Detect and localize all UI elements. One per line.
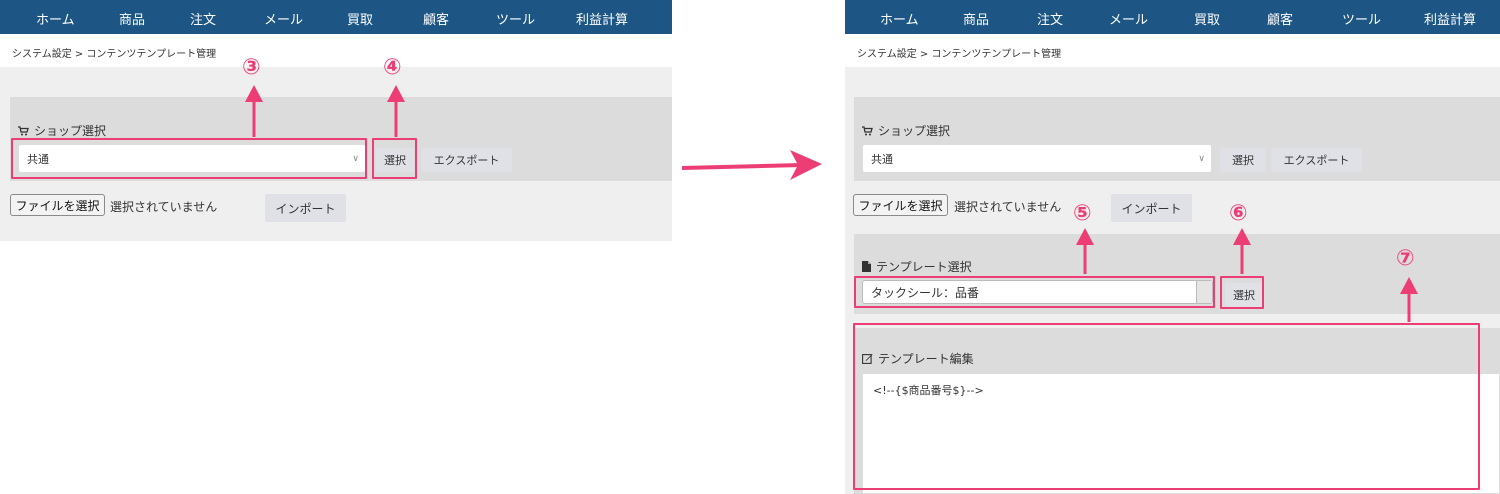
annotation-arrows bbox=[245, 85, 405, 137]
right-screenshot: ホーム 商品 注文 メール 買取 顧客 ツール 利益計算 システム設定 > コン… bbox=[845, 0, 1500, 494]
left-screenshot: ホーム 商品 注文 メール 買取 顧客 ツール 利益計算 システム設定 > コン… bbox=[0, 0, 672, 494]
marker-7: ⑦ bbox=[1396, 246, 1415, 271]
marker-3: ③ bbox=[242, 55, 261, 80]
marker-4: ④ bbox=[383, 55, 402, 80]
arrow-right-icon bbox=[681, 150, 822, 180]
marker-6: ⑥ bbox=[1229, 201, 1248, 226]
marker-5: ⑤ bbox=[1073, 201, 1092, 226]
